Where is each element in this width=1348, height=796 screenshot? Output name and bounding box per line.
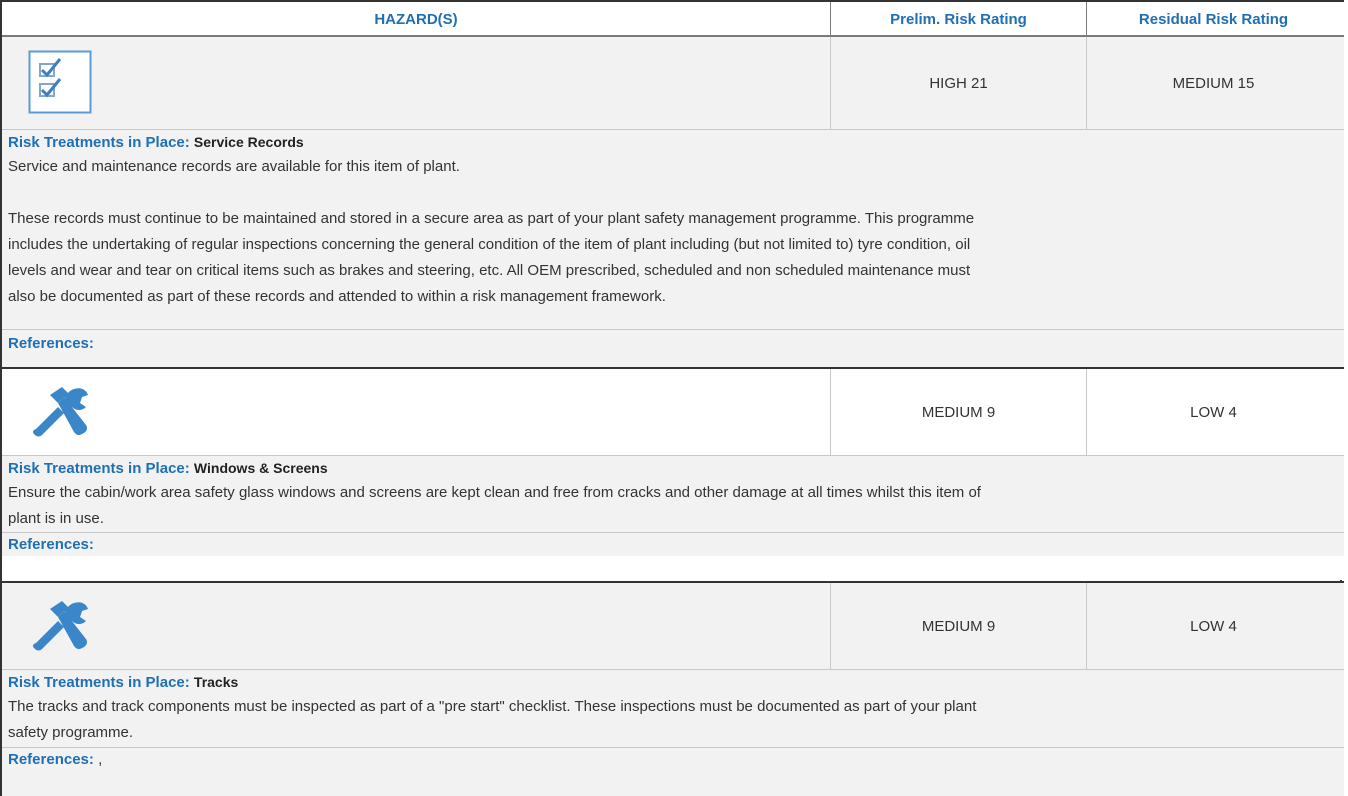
description-line: These records must continue to be mainta… bbox=[8, 210, 975, 227]
references-label: References: bbox=[8, 751, 94, 768]
description-line: The tracks and track components must be … bbox=[8, 698, 977, 715]
prelim-rating: MEDIUM 9 bbox=[921, 403, 996, 421]
risk-treatments-label: Risk Treatments in Place: bbox=[8, 674, 190, 691]
tools-icon bbox=[32, 387, 88, 437]
prelim-rating: HIGH 21 bbox=[929, 74, 988, 92]
residual-rating: MEDIUM 15 bbox=[1172, 74, 1255, 92]
hazard-icon-cell bbox=[2, 37, 830, 129]
treatment-title: Tracks bbox=[193, 674, 239, 690]
description-line: includes the undertaking of regular insp… bbox=[8, 236, 971, 253]
hazard-icon-cell bbox=[2, 369, 830, 455]
header-residual-risk: Residual Risk Rating bbox=[1138, 11, 1289, 28]
risk-treatments-heading: Risk Treatments in Place: Tracks bbox=[8, 670, 1328, 694]
references: References: bbox=[8, 533, 1328, 557]
references-label: References: bbox=[8, 536, 94, 553]
residual-rating: LOW 4 bbox=[1190, 617, 1237, 635]
treatment-description: The tracks and track components must be … bbox=[8, 694, 1328, 746]
checklist-icon bbox=[28, 50, 92, 114]
references: References: , bbox=[8, 748, 1328, 772]
treatment-description: Ensure the cabin/work area safety glass … bbox=[8, 480, 1328, 532]
references: References: bbox=[8, 330, 1328, 357]
rating-row: HIGH 21 MEDIUM 15 bbox=[2, 37, 1344, 129]
rating-row: MEDIUM 9 LOW 4 bbox=[2, 583, 1344, 669]
header-hazards: HAZARD(S) bbox=[374, 11, 458, 28]
description-line: Service and maintenance records are avai… bbox=[8, 158, 460, 175]
risk-treatments-heading: Risk Treatments in Place: Windows & Scre… bbox=[8, 456, 1328, 480]
description-line: Ensure the cabin/work area safety glass … bbox=[8, 484, 981, 501]
tools-icon bbox=[32, 601, 88, 651]
risk-treatments-label: Risk Treatments in Place: bbox=[8, 460, 190, 477]
description-line: levels and wear and tear on critical ite… bbox=[8, 262, 971, 279]
prelim-rating: MEDIUM 9 bbox=[921, 617, 996, 635]
hazard-table: HAZARD(S) Prelim. Risk Rating Residual R… bbox=[0, 0, 1344, 796]
description-line: safety programme. bbox=[8, 724, 134, 741]
rating-row: MEDIUM 9 LOW 4 bbox=[2, 369, 1344, 455]
hazard-icon-cell bbox=[2, 583, 830, 669]
references-value: , bbox=[98, 751, 103, 768]
hazard-row-2: MEDIUM 9 LOW 4 Risk Treatments in Place:… bbox=[2, 369, 1344, 580]
description-line: plant is in use. bbox=[8, 510, 104, 527]
table-header: HAZARD(S) Prelim. Risk Rating Residual R… bbox=[2, 0, 1344, 37]
risk-treatments-heading: Risk Treatments in Place: Service Record… bbox=[8, 130, 1328, 154]
treatment-description: Service and maintenance records are avai… bbox=[8, 154, 1328, 310]
hazard-row-3: MEDIUM 9 LOW 4 Risk Treatments in Place:… bbox=[2, 583, 1344, 796]
references-label: References: bbox=[8, 335, 94, 352]
hazard-row-1: HIGH 21 MEDIUM 15 Risk Treatments in Pla… bbox=[2, 37, 1344, 369]
risk-treatments-label: Risk Treatments in Place: bbox=[8, 134, 190, 151]
treatment-title: Windows & Screens bbox=[193, 460, 328, 476]
residual-rating: LOW 4 bbox=[1190, 403, 1237, 421]
header-prelim-risk: Prelim. Risk Rating bbox=[890, 11, 1027, 28]
description-line: also be documented as part of these reco… bbox=[8, 288, 666, 305]
treatment-title: Service Records bbox=[193, 134, 304, 150]
